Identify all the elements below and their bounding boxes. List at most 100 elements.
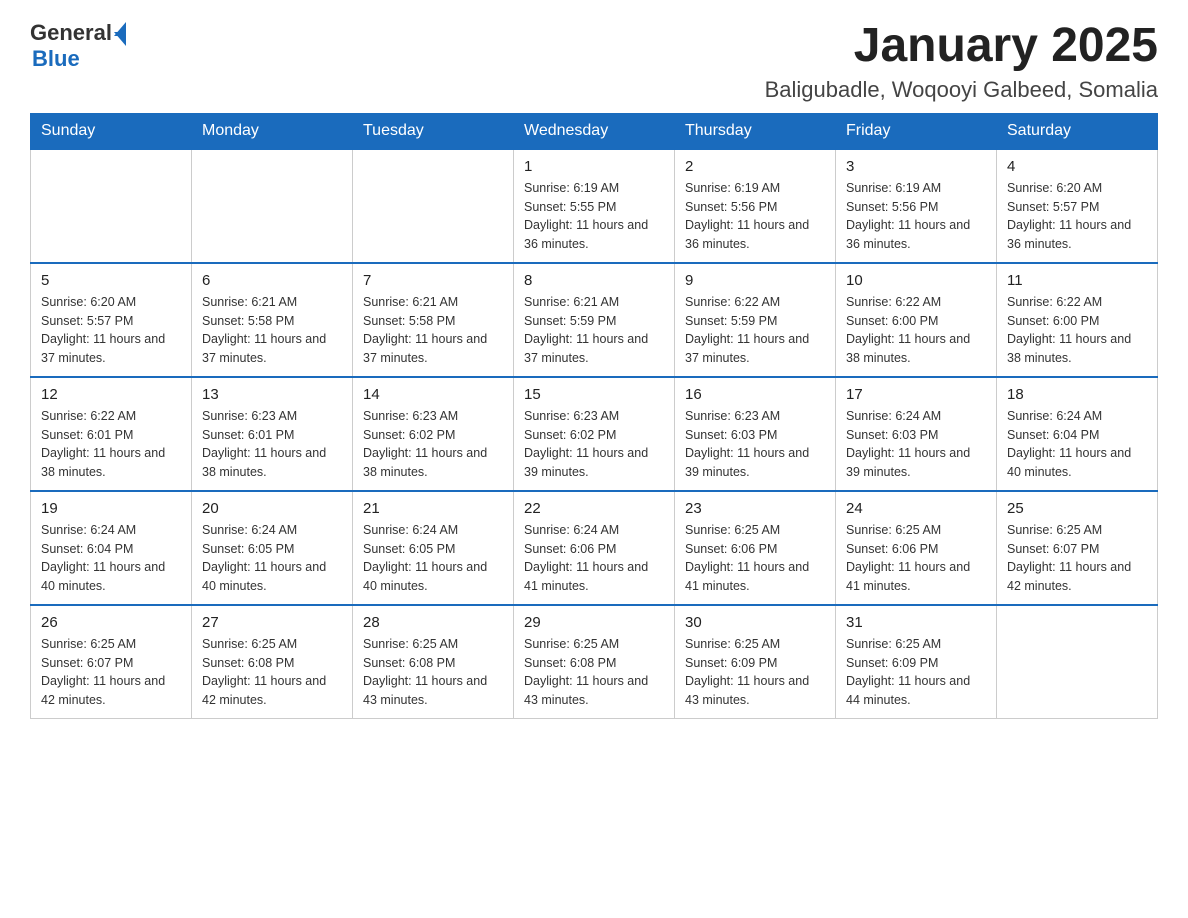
day-number: 22	[524, 500, 664, 517]
day-number: 31	[846, 614, 986, 631]
day-info: Sunrise: 6:25 AMSunset: 6:08 PMDaylight:…	[363, 635, 503, 710]
column-header-monday: Monday	[192, 113, 353, 149]
calendar-cell: 27 Sunrise: 6:25 AMSunset: 6:08 PMDayligh…	[192, 605, 353, 719]
day-info: Sunrise: 6:21 AMSunset: 5:58 PMDaylight:…	[363, 293, 503, 368]
day-info: Sunrise: 6:25 AMSunset: 6:08 PMDaylight:…	[202, 635, 342, 710]
calendar-cell: 21 Sunrise: 6:24 AMSunset: 6:05 PMDayligh…	[353, 491, 514, 605]
logo: General Blue	[30, 20, 126, 72]
column-header-tuesday: Tuesday	[353, 113, 514, 149]
day-number: 9	[685, 272, 825, 289]
calendar-cell: 13 Sunrise: 6:23 AMSunset: 6:01 PMDayligh…	[192, 377, 353, 491]
calendar-cell: 17Sunrise: 6:24 AMSunset: 6:03 PMDayligh…	[836, 377, 997, 491]
page-header: General Blue January 2025 Baligubadle, W…	[30, 20, 1158, 103]
calendar-cell: 18 Sunrise: 6:24 AMSunset: 6:04 PMDayligh…	[997, 377, 1158, 491]
day-info: Sunrise: 6:19 AMSunset: 5:56 PMDaylight:…	[685, 179, 825, 254]
calendar-cell: 25Sunrise: 6:25 AMSunset: 6:07 PMDayligh…	[997, 491, 1158, 605]
calendar-cell: 20 Sunrise: 6:24 AMSunset: 6:05 PMDayligh…	[192, 491, 353, 605]
day-number: 29	[524, 614, 664, 631]
calendar-cell: 30 Sunrise: 6:25 AMSunset: 6:09 PMDayligh…	[675, 605, 836, 719]
day-info: Sunrise: 6:23 AMSunset: 6:03 PMDaylight:…	[685, 407, 825, 482]
calendar-cell: 7 Sunrise: 6:21 AMSunset: 5:58 PMDaylight…	[353, 263, 514, 377]
day-number: 20	[202, 500, 342, 517]
day-number: 23	[685, 500, 825, 517]
day-info: Sunrise: 6:23 AMSunset: 6:02 PMDaylight:…	[524, 407, 664, 482]
calendar-cell: 6Sunrise: 6:21 AMSunset: 5:58 PMDaylight…	[192, 263, 353, 377]
calendar-cell: 10 Sunrise: 6:22 AMSunset: 6:00 PMDayligh…	[836, 263, 997, 377]
day-info: Sunrise: 6:21 AMSunset: 5:59 PMDaylight:…	[524, 293, 664, 368]
day-number: 19	[41, 500, 181, 517]
day-info: Sunrise: 6:22 AMSunset: 5:59 PMDaylight:…	[685, 293, 825, 368]
logo-general-text: General	[30, 20, 112, 46]
day-info: Sunrise: 6:24 AMSunset: 6:05 PMDaylight:…	[363, 521, 503, 596]
calendar-cell: 1 Sunrise: 6:19 AMSunset: 5:55 PMDaylight…	[514, 149, 675, 263]
calendar-cell: 2 Sunrise: 6:19 AMSunset: 5:56 PMDaylight…	[675, 149, 836, 263]
calendar-week-row: 12 Sunrise: 6:22 AMSunset: 6:01 PMDayligh…	[31, 377, 1158, 491]
day-info: Sunrise: 6:25 AMSunset: 6:08 PMDaylight:…	[524, 635, 664, 710]
day-info: Sunrise: 6:24 AMSunset: 6:04 PMDaylight:…	[41, 521, 181, 596]
column-header-wednesday: Wednesday	[514, 113, 675, 149]
day-info: Sunrise: 6:24 AMSunset: 6:04 PMDaylight:…	[1007, 407, 1147, 482]
column-header-saturday: Saturday	[997, 113, 1158, 149]
day-info: Sunrise: 6:25 AMSunset: 6:06 PMDaylight:…	[846, 521, 986, 596]
day-info: Sunrise: 6:19 AMSunset: 5:55 PMDaylight:…	[524, 179, 664, 254]
day-number: 15	[524, 386, 664, 403]
day-info: Sunrise: 6:25 AMSunset: 6:09 PMDaylight:…	[685, 635, 825, 710]
calendar-cell: 4 Sunrise: 6:20 AMSunset: 5:57 PMDaylight…	[997, 149, 1158, 263]
calendar-cell: 16Sunrise: 6:23 AMSunset: 6:03 PMDayligh…	[675, 377, 836, 491]
day-info: Sunrise: 6:23 AMSunset: 6:01 PMDaylight:…	[202, 407, 342, 482]
day-info: Sunrise: 6:23 AMSunset: 6:02 PMDaylight:…	[363, 407, 503, 482]
day-number: 24	[846, 500, 986, 517]
calendar-cell: 9 Sunrise: 6:22 AMSunset: 5:59 PMDaylight…	[675, 263, 836, 377]
day-number: 27	[202, 614, 342, 631]
calendar-week-row: 26 Sunrise: 6:25 AMSunset: 6:07 PMDayligh…	[31, 605, 1158, 719]
day-info: Sunrise: 6:20 AMSunset: 5:57 PMDaylight:…	[1007, 179, 1147, 254]
day-number: 12	[41, 386, 181, 403]
day-number: 25	[1007, 500, 1147, 517]
day-info: Sunrise: 6:19 AMSunset: 5:56 PMDaylight:…	[846, 179, 986, 254]
day-number: 1	[524, 158, 664, 175]
calendar-cell: 19 Sunrise: 6:24 AMSunset: 6:04 PMDayligh…	[31, 491, 192, 605]
calendar-title: January 2025	[765, 20, 1158, 73]
day-info: Sunrise: 6:22 AMSunset: 6:00 PMDaylight:…	[846, 293, 986, 368]
column-header-friday: Friday	[836, 113, 997, 149]
calendar-cell: 29 Sunrise: 6:25 AMSunset: 6:08 PMDayligh…	[514, 605, 675, 719]
calendar-cell: 11Sunrise: 6:22 AMSunset: 6:00 PMDayligh…	[997, 263, 1158, 377]
day-number: 6	[202, 272, 342, 289]
day-number: 17	[846, 386, 986, 403]
day-info: Sunrise: 6:25 AMSunset: 6:06 PMDaylight:…	[685, 521, 825, 596]
day-number: 4	[1007, 158, 1147, 175]
calendar-cell: 14 Sunrise: 6:23 AMSunset: 6:02 PMDayligh…	[353, 377, 514, 491]
title-block: January 2025 Baligubadle, Woqooyi Galbee…	[765, 20, 1158, 103]
day-number: 14	[363, 386, 503, 403]
day-number: 2	[685, 158, 825, 175]
calendar-cell	[353, 149, 514, 263]
calendar-cell: 5Sunrise: 6:20 AMSunset: 5:57 PMDaylight…	[31, 263, 192, 377]
day-number: 21	[363, 500, 503, 517]
calendar-cell: 3Sunrise: 6:19 AMSunset: 5:56 PMDaylight…	[836, 149, 997, 263]
day-info: Sunrise: 6:24 AMSunset: 6:06 PMDaylight:…	[524, 521, 664, 596]
calendar-cell: 15 Sunrise: 6:23 AMSunset: 6:02 PMDayligh…	[514, 377, 675, 491]
day-info: Sunrise: 6:22 AMSunset: 6:01 PMDaylight:…	[41, 407, 181, 482]
day-info: Sunrise: 6:24 AMSunset: 6:05 PMDaylight:…	[202, 521, 342, 596]
calendar-cell	[997, 605, 1158, 719]
day-number: 10	[846, 272, 986, 289]
calendar-cell: 12 Sunrise: 6:22 AMSunset: 6:01 PMDayligh…	[31, 377, 192, 491]
calendar-cell: 26 Sunrise: 6:25 AMSunset: 6:07 PMDayligh…	[31, 605, 192, 719]
calendar-cell: 23 Sunrise: 6:25 AMSunset: 6:06 PMDayligh…	[675, 491, 836, 605]
day-number: 26	[41, 614, 181, 631]
calendar-cell: 31 Sunrise: 6:25 AMSunset: 6:09 PMDayligh…	[836, 605, 997, 719]
day-info: Sunrise: 6:25 AMSunset: 6:09 PMDaylight:…	[846, 635, 986, 710]
day-number: 13	[202, 386, 342, 403]
day-number: 30	[685, 614, 825, 631]
calendar-week-row: 19 Sunrise: 6:24 AMSunset: 6:04 PMDayligh…	[31, 491, 1158, 605]
calendar-week-row: 5Sunrise: 6:20 AMSunset: 5:57 PMDaylight…	[31, 263, 1158, 377]
day-number: 7	[363, 272, 503, 289]
day-info: Sunrise: 6:22 AMSunset: 6:00 PMDaylight:…	[1007, 293, 1147, 368]
calendar-cell: 28Sunrise: 6:25 AMSunset: 6:08 PMDayligh…	[353, 605, 514, 719]
day-number: 18	[1007, 386, 1147, 403]
day-number: 5	[41, 272, 181, 289]
day-info: Sunrise: 6:25 AMSunset: 6:07 PMDaylight:…	[41, 635, 181, 710]
calendar-header-row: SundayMondayTuesdayWednesdayThursdayFrid…	[31, 113, 1158, 149]
calendar-cell: 24 Sunrise: 6:25 AMSunset: 6:06 PMDayligh…	[836, 491, 997, 605]
column-header-thursday: Thursday	[675, 113, 836, 149]
